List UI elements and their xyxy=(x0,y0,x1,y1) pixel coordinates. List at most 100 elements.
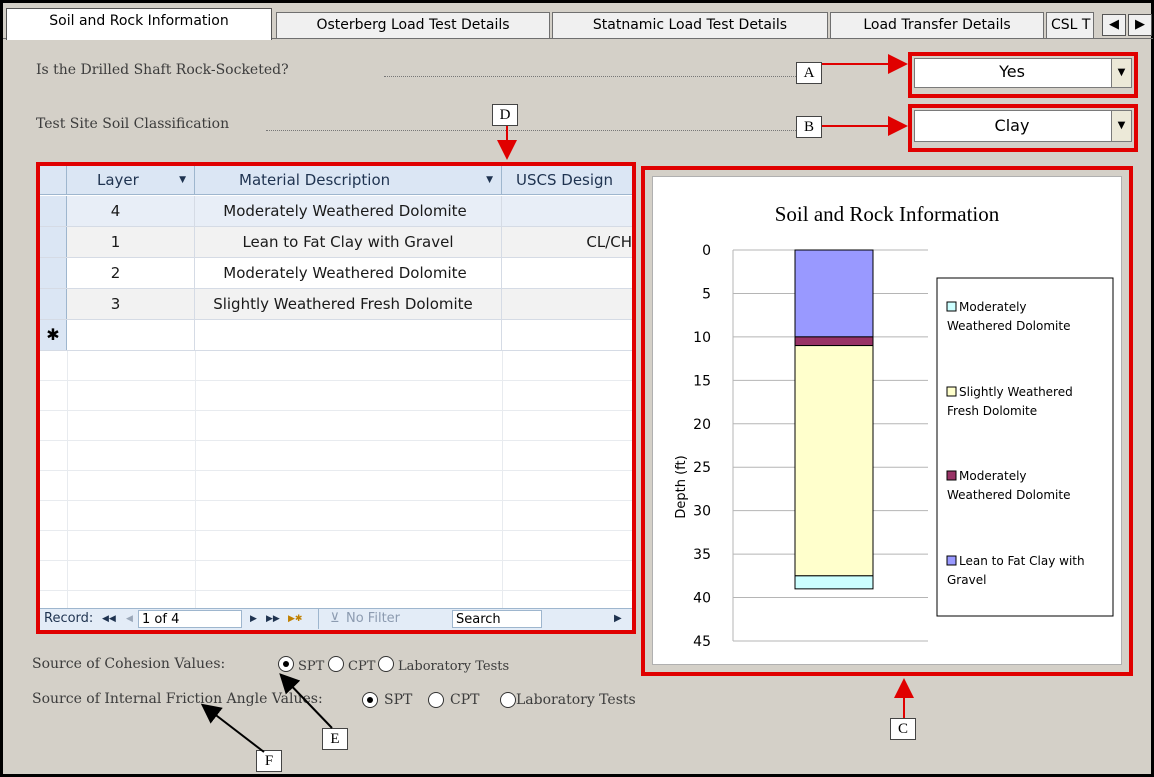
record-position-input[interactable]: 1 of 4 xyxy=(138,610,242,628)
cell-layer[interactable] xyxy=(67,320,195,350)
cell-uscs[interactable] xyxy=(502,258,632,288)
cell-layer[interactable]: 1 xyxy=(67,227,195,257)
chart-ticks: 0 5 10 15 20 25 30 35 40 45 xyxy=(693,243,711,650)
dropdown-arrow-icon[interactable]: ▼ xyxy=(1111,111,1131,141)
cell-material[interactable]: Moderately Weathered Dolomite xyxy=(195,196,502,226)
callout-d: D xyxy=(492,104,518,126)
table-row[interactable]: 3 Slightly Weathered Fresh Dolomite xyxy=(40,289,632,320)
friction-lab-label: Laboratory Tests xyxy=(516,692,636,708)
tab-soil-rock-info[interactable]: Soil and Rock Information xyxy=(6,8,272,40)
tab-osterberg-load-test[interactable]: Osterberg Load Test Details xyxy=(276,12,550,39)
tab-scroll-left-button[interactable]: ◀ xyxy=(1102,14,1126,36)
chart-svg: Soil and Rock Information Depth (ft) 0 5 1… xyxy=(674,202,1114,650)
first-record-icon[interactable]: ◀◀ xyxy=(102,609,116,629)
friction-spt-label: SPT xyxy=(384,692,413,708)
cohesion-source-label: Source of Cohesion Values: xyxy=(32,656,226,672)
callout-c: C xyxy=(890,718,916,740)
soil-class-combo[interactable]: Clay ▼ xyxy=(914,110,1132,142)
friction-lab-radio[interactable] xyxy=(500,692,516,708)
cohesion-lab-radio[interactable] xyxy=(378,656,394,672)
table-row[interactable]: 2 Moderately Weathered Dolomite xyxy=(40,258,632,289)
table-row[interactable]: 1 Lean to Fat Clay with Gravel CL/CH xyxy=(40,227,632,258)
y-tick-label: 20 xyxy=(693,417,711,433)
y-tick-label: 0 xyxy=(702,243,711,259)
table-row[interactable]: 4 Moderately Weathered Dolomite xyxy=(40,196,632,227)
bar-segment xyxy=(794,345,874,577)
cell-material[interactable]: Lean to Fat Clay with Gravel xyxy=(195,227,502,257)
column-header-material[interactable]: Material Description ▼ xyxy=(195,166,502,195)
cell-material[interactable]: Moderately Weathered Dolomite xyxy=(195,258,502,288)
column-header-layer[interactable]: Layer ▼ xyxy=(67,166,195,195)
column-label: Layer xyxy=(97,171,139,189)
row-selector[interactable] xyxy=(40,258,67,288)
new-record-button-icon[interactable]: ▶✱ xyxy=(288,609,302,629)
soil-layers-datasheet[interactable]: Layer ▼ Material Description ▼ USCS Design… xyxy=(40,166,632,630)
next-record-icon[interactable]: ▶ xyxy=(250,609,257,629)
no-filter-button[interactable]: No Filter xyxy=(346,609,400,629)
empty-row xyxy=(40,561,632,591)
dropdown-arrow-icon[interactable]: ▼ xyxy=(1111,59,1131,87)
bar-segment xyxy=(794,575,874,590)
rock-socket-label: Is the Drilled Shaft Rock-Socketed? xyxy=(36,62,289,78)
row-selector[interactable] xyxy=(40,289,67,319)
soil-class-label: Test Site Soil Classification xyxy=(36,116,230,132)
prev-record-icon[interactable]: ◀ xyxy=(126,609,133,629)
tab-csl[interactable]: CSL T xyxy=(1046,12,1094,39)
bar-segment xyxy=(794,249,874,338)
y-tick-label: 25 xyxy=(693,460,711,476)
sort-arrow-icon[interactable]: ▼ xyxy=(486,166,493,194)
select-all-corner[interactable] xyxy=(40,166,67,195)
row-selector[interactable] xyxy=(40,196,67,226)
column-header-uscs[interactable]: USCS Design xyxy=(502,166,632,195)
cohesion-cpt-label: CPT xyxy=(348,659,376,674)
chart-bars xyxy=(794,249,874,590)
record-label: Record: xyxy=(44,611,94,626)
rock-socket-combo[interactable]: Yes ▼ xyxy=(914,58,1132,88)
cohesion-spt-radio[interactable] xyxy=(278,656,294,672)
y-tick-label: 30 xyxy=(693,504,711,520)
cell-uscs[interactable] xyxy=(502,196,632,226)
empty-row xyxy=(40,351,632,381)
callout-e: E xyxy=(322,728,348,750)
tab-load-transfer[interactable]: Load Transfer Details xyxy=(830,12,1044,39)
friction-spt-radio[interactable] xyxy=(362,692,378,708)
friction-source-label: Source of Internal Friction Angle Values… xyxy=(32,691,323,707)
tab-bar: Soil and Rock Information Osterberg Load… xyxy=(6,8,1154,40)
last-record-icon[interactable]: ▶▶ xyxy=(266,609,280,629)
soil-rock-chart: Soil and Rock Information Depth (ft) 0 5 1… xyxy=(652,176,1122,665)
cell-layer[interactable]: 2 xyxy=(67,258,195,288)
cohesion-lab-label: Laboratory Tests xyxy=(398,659,510,674)
filter-icon[interactable]: ⊻ xyxy=(330,609,340,629)
legend-swatch xyxy=(946,555,957,566)
new-record-row[interactable]: ✱ xyxy=(40,320,632,351)
sort-arrow-icon[interactable]: ▼ xyxy=(179,166,186,194)
y-tick-label: 15 xyxy=(693,373,711,389)
chart-title: Soil and Rock Information xyxy=(775,202,1000,226)
tab-statnamic-load-test[interactable]: Statnamic Load Test Details xyxy=(552,12,828,39)
empty-row xyxy=(40,501,632,531)
callout-f: F xyxy=(256,750,282,772)
cell-uscs[interactable] xyxy=(502,289,632,319)
column-label: Material Description xyxy=(239,171,391,189)
empty-row xyxy=(40,441,632,471)
cohesion-cpt-radio[interactable] xyxy=(328,656,344,672)
legend-swatch xyxy=(946,386,957,397)
friction-cpt-radio[interactable] xyxy=(428,692,444,708)
tab-scroll-right-button[interactable]: ▶ xyxy=(1128,14,1152,36)
cell-layer[interactable]: 3 xyxy=(67,289,195,319)
rock-socket-leader xyxy=(384,76,796,77)
bar-segment xyxy=(794,336,874,347)
row-selector[interactable] xyxy=(40,227,67,257)
y-tick-label: 40 xyxy=(693,591,711,607)
cell-uscs[interactable]: CL/CH xyxy=(502,227,632,257)
chart-y-axis-label: Depth (ft) xyxy=(674,455,689,518)
scroll-right-icon[interactable]: ▶ xyxy=(614,609,622,629)
cell-material[interactable] xyxy=(195,320,502,350)
column-label: USCS Design xyxy=(516,171,614,189)
empty-row xyxy=(40,531,632,561)
cell-layer[interactable]: 4 xyxy=(67,196,195,226)
friction-cpt-label: CPT xyxy=(450,692,480,708)
y-tick-label: 5 xyxy=(702,286,711,302)
cell-material[interactable]: Slightly Weathered Fresh Dolomite xyxy=(195,289,502,319)
search-box[interactable]: Search xyxy=(452,610,542,628)
